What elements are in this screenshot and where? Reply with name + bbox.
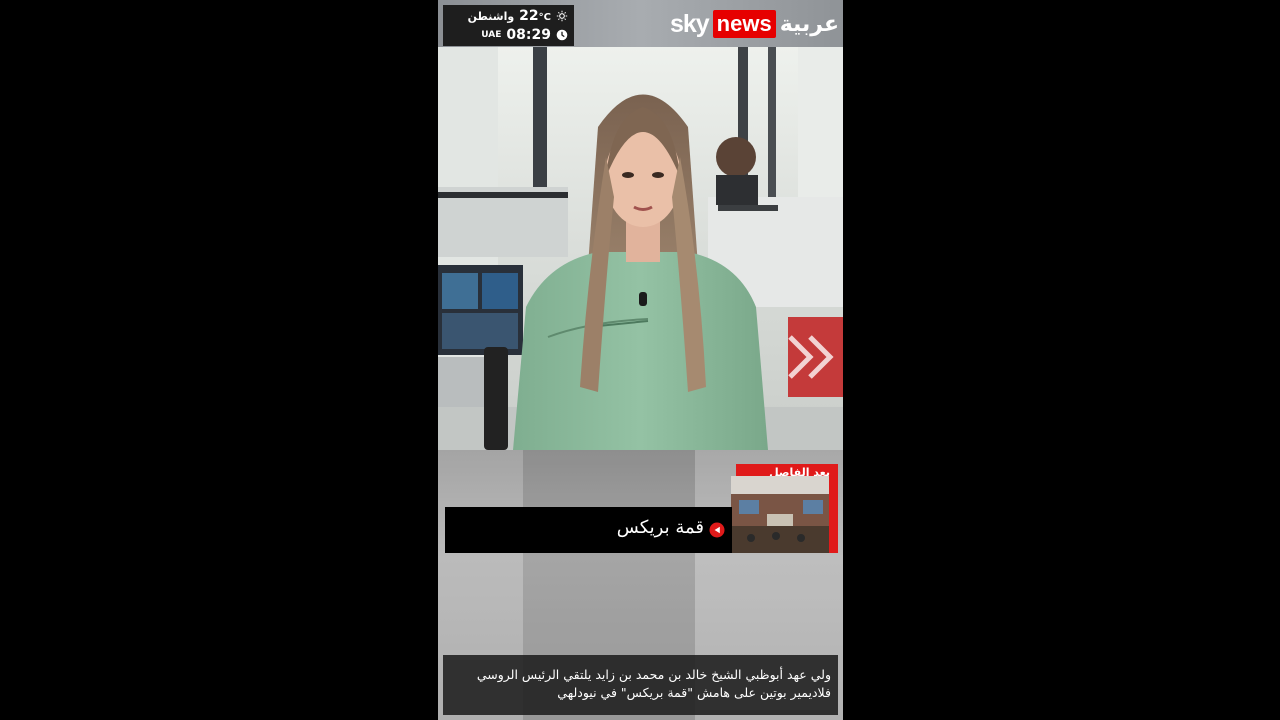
topic-bar: قمة بريكس bbox=[445, 507, 732, 553]
logo-news: news bbox=[712, 10, 776, 38]
top-bar: واشنطن 22°C UAE 08:29 sky news عربية bbox=[438, 0, 843, 47]
anchor-illustration bbox=[438, 47, 843, 450]
weather-row: واشنطن 22°C bbox=[468, 7, 568, 25]
weather-icon bbox=[556, 10, 568, 22]
next-up-thumbnail bbox=[731, 476, 829, 553]
logo-arabic: عربية bbox=[779, 11, 839, 37]
logo-sky: sky bbox=[669, 9, 710, 38]
next-up-card: بعد الفاصل bbox=[731, 464, 838, 553]
temperature: 22°C bbox=[519, 8, 551, 24]
time-row: UAE 08:29 bbox=[481, 26, 568, 44]
news-ticker: ولي عهد أبوظبي الشيخ خالد بن محمد بن زاي… bbox=[443, 655, 838, 715]
video-frame: واشنطن 22°C UAE 08:29 sky news عربية بعد… bbox=[438, 0, 843, 720]
clock-time: 08:29 bbox=[506, 27, 551, 43]
channel-logo: sky news عربية bbox=[670, 9, 839, 39]
info-box: واشنطن 22°C UAE 08:29 bbox=[443, 5, 574, 46]
studio-scene bbox=[438, 47, 843, 450]
region-label: UAE bbox=[481, 30, 502, 40]
ticker-text: ولي عهد أبوظبي الشيخ خالد بن محمد بن زاي… bbox=[476, 667, 831, 700]
topic-title: قمة بريكس bbox=[616, 517, 704, 538]
city-name: واشنطن bbox=[467, 9, 515, 23]
clock-icon bbox=[556, 29, 568, 41]
